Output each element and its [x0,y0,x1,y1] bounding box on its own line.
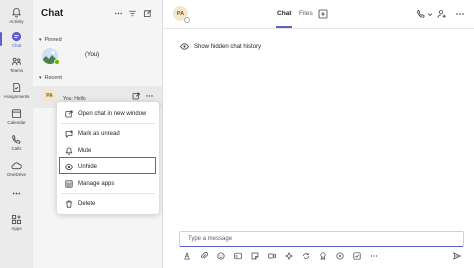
menu-item-manage-apps[interactable]: Manage apps [57,177,159,191]
attach-icon[interactable] [200,252,208,260]
add-people-icon[interactable] [437,9,447,19]
rail-item-activity[interactable]: Activity [0,7,33,24]
rail-label: OneDrive [6,172,26,177]
pinned-section-header[interactable]: ▾ Pinned [39,37,62,43]
recent-section-header[interactable]: ▾ Recent [39,75,62,81]
send-icon[interactable] [453,252,461,260]
bell-icon [12,7,21,18]
manage-apps-icon [65,180,73,188]
menu-item-mute[interactable]: Mute [57,144,159,158]
rail-item-calls[interactable]: Calls [0,134,33,151]
caret-down-icon: ▾ [39,37,42,43]
menu-item-label: Open chat in new window [78,111,147,117]
menu-item-mark-as-unread[interactable]: Mark as unread [57,127,159,141]
rail-label: Apps [11,226,22,231]
chat-list-title: Chat [41,8,64,19]
schedule-icon[interactable] [285,252,293,260]
compose-placeholder: Type a message [188,236,233,242]
rail-item-teams[interactable]: Teams [0,56,33,73]
section-label: Pinned [44,37,62,43]
rail-label: Calls [11,146,22,151]
menu-item-open-in-new-window[interactable]: Open chat in new window [57,107,159,121]
more-options-icon[interactable] [114,9,123,18]
menu-item-label: Manage apps [78,181,115,187]
unhide-highlight-box [59,157,156,174]
menu-item-label: Delete [78,201,96,207]
compose-toolbar [179,252,464,262]
rail-item-onedrive[interactable]: OneDrive [0,160,33,177]
rail-item-apps[interactable]: Apps [0,214,33,231]
sticker-icon[interactable] [251,252,259,260]
menu-item-label: Mute [78,148,92,154]
pinned-chat-name[interactable]: (You) [85,52,99,58]
rail-label: Assignments [3,94,30,99]
rail-item-assignments[interactable]: Assignments [0,82,33,99]
rail-item-chat[interactable]: Chat [0,31,33,48]
rail-item-calendar[interactable]: Calendar [0,108,33,125]
tab-files[interactable]: Files [299,10,313,17]
avatar: PA [43,89,56,102]
tab-chat[interactable]: Chat [277,10,291,17]
rail-label: Activity [9,19,24,24]
loop-icon[interactable] [302,252,310,260]
new-chat-icon[interactable] [143,9,152,18]
meet-now-icon[interactable] [268,252,276,260]
message-compose-box[interactable]: Type a message [179,231,464,247]
phone-icon [12,134,21,144]
more-options-icon[interactable] [455,9,465,19]
filter-icon[interactable] [128,9,137,18]
section-label: Recent [44,75,62,81]
eye-icon [180,43,189,50]
assignments-icon [13,82,21,93]
apps-icon [11,214,22,225]
cloud-icon [11,162,22,170]
menu-item-delete[interactable]: Delete [57,197,159,211]
open-window-icon[interactable] [132,92,140,100]
rail-label: Chat [11,43,22,48]
rail-label: Calendar [7,120,26,125]
emoji-icon[interactable] [217,252,225,260]
available-status-icon [54,59,60,65]
conversation-pane: PA Chat Files Show hidden chat history T… [163,0,474,268]
menu-divider [61,193,155,194]
conversation-header: PA Chat Files [163,0,474,29]
more-options-icon[interactable] [145,92,154,100]
trash-icon [66,200,72,208]
caret-down-icon: ▾ [39,75,42,81]
approvals-icon[interactable] [353,252,361,260]
show-hidden-history-label: Show hidden chat history [194,43,262,50]
mark-unread-icon [65,130,73,138]
menu-item-label: Mark as unread [78,131,120,137]
call-icon[interactable] [416,9,426,19]
chevron-down-icon[interactable] [427,12,433,17]
video-clip-icon[interactable] [336,252,344,260]
chat-icon [11,31,22,42]
rail-label: Teams [9,68,24,73]
app-rail: Activity Chat Teams Assignments Calendar… [0,0,33,268]
praise-icon[interactable] [319,252,327,260]
format-icon[interactable] [183,252,191,260]
active-tab-indicator [276,26,292,28]
teams-icon [11,57,22,66]
add-tab-icon[interactable] [318,9,328,19]
gif-icon[interactable] [234,252,242,260]
more-options-icon[interactable] [370,252,378,260]
calendar-icon [11,109,22,119]
show-hidden-history-link[interactable]: Show hidden chat history [180,43,261,50]
menu-divider [61,123,155,124]
presence-unknown-icon [184,17,190,23]
bell-icon [65,147,73,155]
more-icon [12,192,21,195]
rail-item-more[interactable] [0,188,33,199]
open-window-icon [65,110,73,118]
